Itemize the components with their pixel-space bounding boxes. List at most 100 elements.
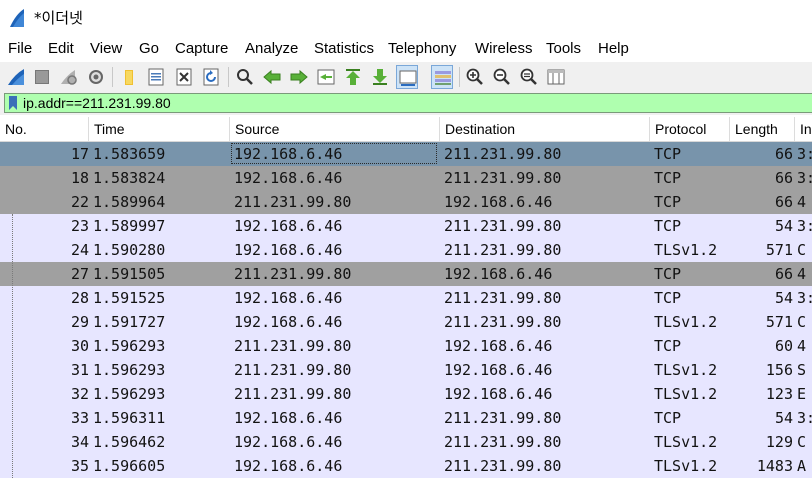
cell-source: 192.168.6.46 <box>234 241 343 259</box>
menu-file[interactable]: File <box>8 40 32 57</box>
packet-row[interactable]: 31 1.596293 211.231.99.80 192.168.6.46 TLSv1… <box>0 358 812 382</box>
go-back-icon[interactable] <box>261 65 283 89</box>
cell-time: 1.589997 <box>93 217 166 235</box>
cell-source: 211.231.99.80 <box>234 337 352 355</box>
cell-protocol: TLSv1.2 <box>654 241 718 259</box>
cell-length: 54 <box>774 409 793 427</box>
menu-telephony[interactable]: Telephony <box>388 40 456 57</box>
close-file-icon[interactable] <box>173 65 195 89</box>
cell-time: 1.591505 <box>93 265 166 283</box>
packet-list[interactable]: 17 1.583659 192.168.6.46 211.231.99.80 TCP 66… <box>0 142 812 478</box>
cell-protocol: TCP <box>654 145 682 163</box>
cell-protocol: TLSv1.2 <box>654 433 718 451</box>
cell-length: 54 <box>774 217 793 235</box>
capture-options-icon[interactable] <box>85 65 107 89</box>
cell-info: 3: <box>797 217 812 235</box>
cell-protocol: TCP <box>654 289 682 307</box>
cell-source: 192.168.6.46 <box>234 313 343 331</box>
colorize-icon[interactable] <box>431 65 453 89</box>
packet-row[interactable]: 27 1.591505 211.231.99.80 192.168.6.46 TCP 66… <box>0 262 812 286</box>
zoom-out-icon[interactable] <box>491 65 513 89</box>
cell-info: C <box>797 433 807 451</box>
cell-source: 211.231.99.80 <box>234 265 352 283</box>
menu-statistics[interactable]: Statistics <box>314 40 374 57</box>
column-header-protocol[interactable]: Protocol <box>650 117 730 141</box>
cell-length: 60 <box>774 337 793 355</box>
cell-length: 66 <box>774 193 793 211</box>
save-file-icon[interactable] <box>145 65 167 89</box>
cell-source: 211.231.99.80 <box>234 385 352 403</box>
cell-no: 22 <box>70 193 89 211</box>
open-file-icon[interactable] <box>118 65 140 89</box>
zoom-normal-icon[interactable] <box>518 65 540 89</box>
packet-row[interactable]: 18 1.583824 192.168.6.46 211.231.99.80 TCP 66… <box>0 166 812 190</box>
column-header-length[interactable]: Length <box>730 117 795 141</box>
cell-time: 1.596293 <box>93 385 166 403</box>
wireshark-fin-icon <box>10 9 24 27</box>
display-filter-input[interactable]: ip.addr==211.231.99.80 <box>4 93 812 113</box>
cell-no: 18 <box>70 169 89 187</box>
cell-time: 1.596293 <box>93 337 166 355</box>
cell-length: 66 <box>774 169 793 187</box>
cell-info: S <box>797 361 807 379</box>
cell-destination: 211.231.99.80 <box>444 409 562 427</box>
column-header-info[interactable]: In <box>795 117 812 141</box>
cell-protocol: TCP <box>654 217 682 235</box>
cell-length: 66 <box>774 265 793 283</box>
autoscroll-icon[interactable] <box>396 65 418 89</box>
cell-time: 1.583824 <box>93 169 166 187</box>
cell-destination: 192.168.6.46 <box>444 337 553 355</box>
cell-time: 1.591727 <box>93 313 166 331</box>
go-to-packet-icon[interactable] <box>315 65 337 89</box>
packet-row[interactable]: 28 1.591525 192.168.6.46 211.231.99.80 TCP 54… <box>0 286 812 310</box>
column-header-time[interactable]: Time <box>89 117 230 141</box>
packet-row[interactable]: 33 1.596311 192.168.6.46 211.231.99.80 TCP 54… <box>0 406 812 430</box>
zoom-in-icon[interactable] <box>464 65 486 89</box>
start-capture-icon[interactable] <box>5 65 27 89</box>
bookmark-icon[interactable] <box>8 96 18 110</box>
packet-row[interactable]: 17 1.583659 192.168.6.46 211.231.99.80 TCP 66… <box>0 142 812 166</box>
column-header-destination[interactable]: Destination <box>440 117 650 141</box>
packet-row[interactable]: 22 1.589964 211.231.99.80 192.168.6.46 TCP 66… <box>0 190 812 214</box>
packet-row[interactable]: 34 1.596462 192.168.6.46 211.231.99.80 TLSv1… <box>0 430 812 454</box>
cell-protocol: TLSv1.2 <box>654 457 718 475</box>
cell-info: C <box>797 241 807 259</box>
menu-capture[interactable]: Capture <box>175 40 228 57</box>
menu-edit[interactable]: Edit <box>48 40 74 57</box>
menu-tools[interactable]: Tools <box>546 40 581 57</box>
cell-source: 211.231.99.80 <box>234 193 352 211</box>
menu-help[interactable]: Help <box>598 40 629 57</box>
menu-analyze[interactable]: Analyze <box>245 40 298 57</box>
menu-wireless[interactable]: Wireless <box>475 40 533 57</box>
cell-source: 192.168.6.46 <box>234 169 343 187</box>
toolbar-separator <box>228 67 229 87</box>
first-packet-icon[interactable] <box>342 65 364 89</box>
menu-go[interactable]: Go <box>139 40 159 57</box>
cell-destination: 211.231.99.80 <box>444 457 562 475</box>
go-forward-icon[interactable] <box>288 65 310 89</box>
resize-columns-icon[interactable] <box>545 65 567 89</box>
cell-protocol: TCP <box>654 265 682 283</box>
restart-capture-icon[interactable] <box>57 65 79 89</box>
stop-capture-icon[interactable] <box>31 65 53 89</box>
last-packet-icon[interactable] <box>369 65 391 89</box>
packet-row[interactable]: 32 1.596293 211.231.99.80 192.168.6.46 TLSv1… <box>0 382 812 406</box>
cell-time: 1.596462 <box>93 433 166 451</box>
cell-info: E <box>797 385 807 403</box>
cell-protocol: TLSv1.2 <box>654 313 718 331</box>
display-filter-bar: ip.addr==211.231.99.80 <box>0 92 812 115</box>
packet-row[interactable]: 35 1.596605 192.168.6.46 211.231.99.80 TLSv1… <box>0 454 812 478</box>
column-header-no[interactable]: No. <box>0 117 89 141</box>
packet-row[interactable]: 23 1.589997 192.168.6.46 211.231.99.80 TCP 54… <box>0 214 812 238</box>
cell-source: 192.168.6.46 <box>234 289 343 307</box>
menu-view[interactable]: View <box>90 40 122 57</box>
cell-destination: 211.231.99.80 <box>444 289 562 307</box>
find-packet-icon[interactable] <box>234 65 256 89</box>
cell-time: 1.589964 <box>93 193 166 211</box>
packet-row[interactable]: 24 1.590280 192.168.6.46 211.231.99.80 TLSv1… <box>0 238 812 262</box>
reload-file-icon[interactable] <box>200 65 222 89</box>
packet-row[interactable]: 29 1.591727 192.168.6.46 211.231.99.80 TLSv1… <box>0 310 812 334</box>
column-header-source[interactable]: Source <box>230 117 440 141</box>
packet-row[interactable]: 30 1.596293 211.231.99.80 192.168.6.46 TCP 60… <box>0 334 812 358</box>
cell-length: 129 <box>765 433 793 451</box>
